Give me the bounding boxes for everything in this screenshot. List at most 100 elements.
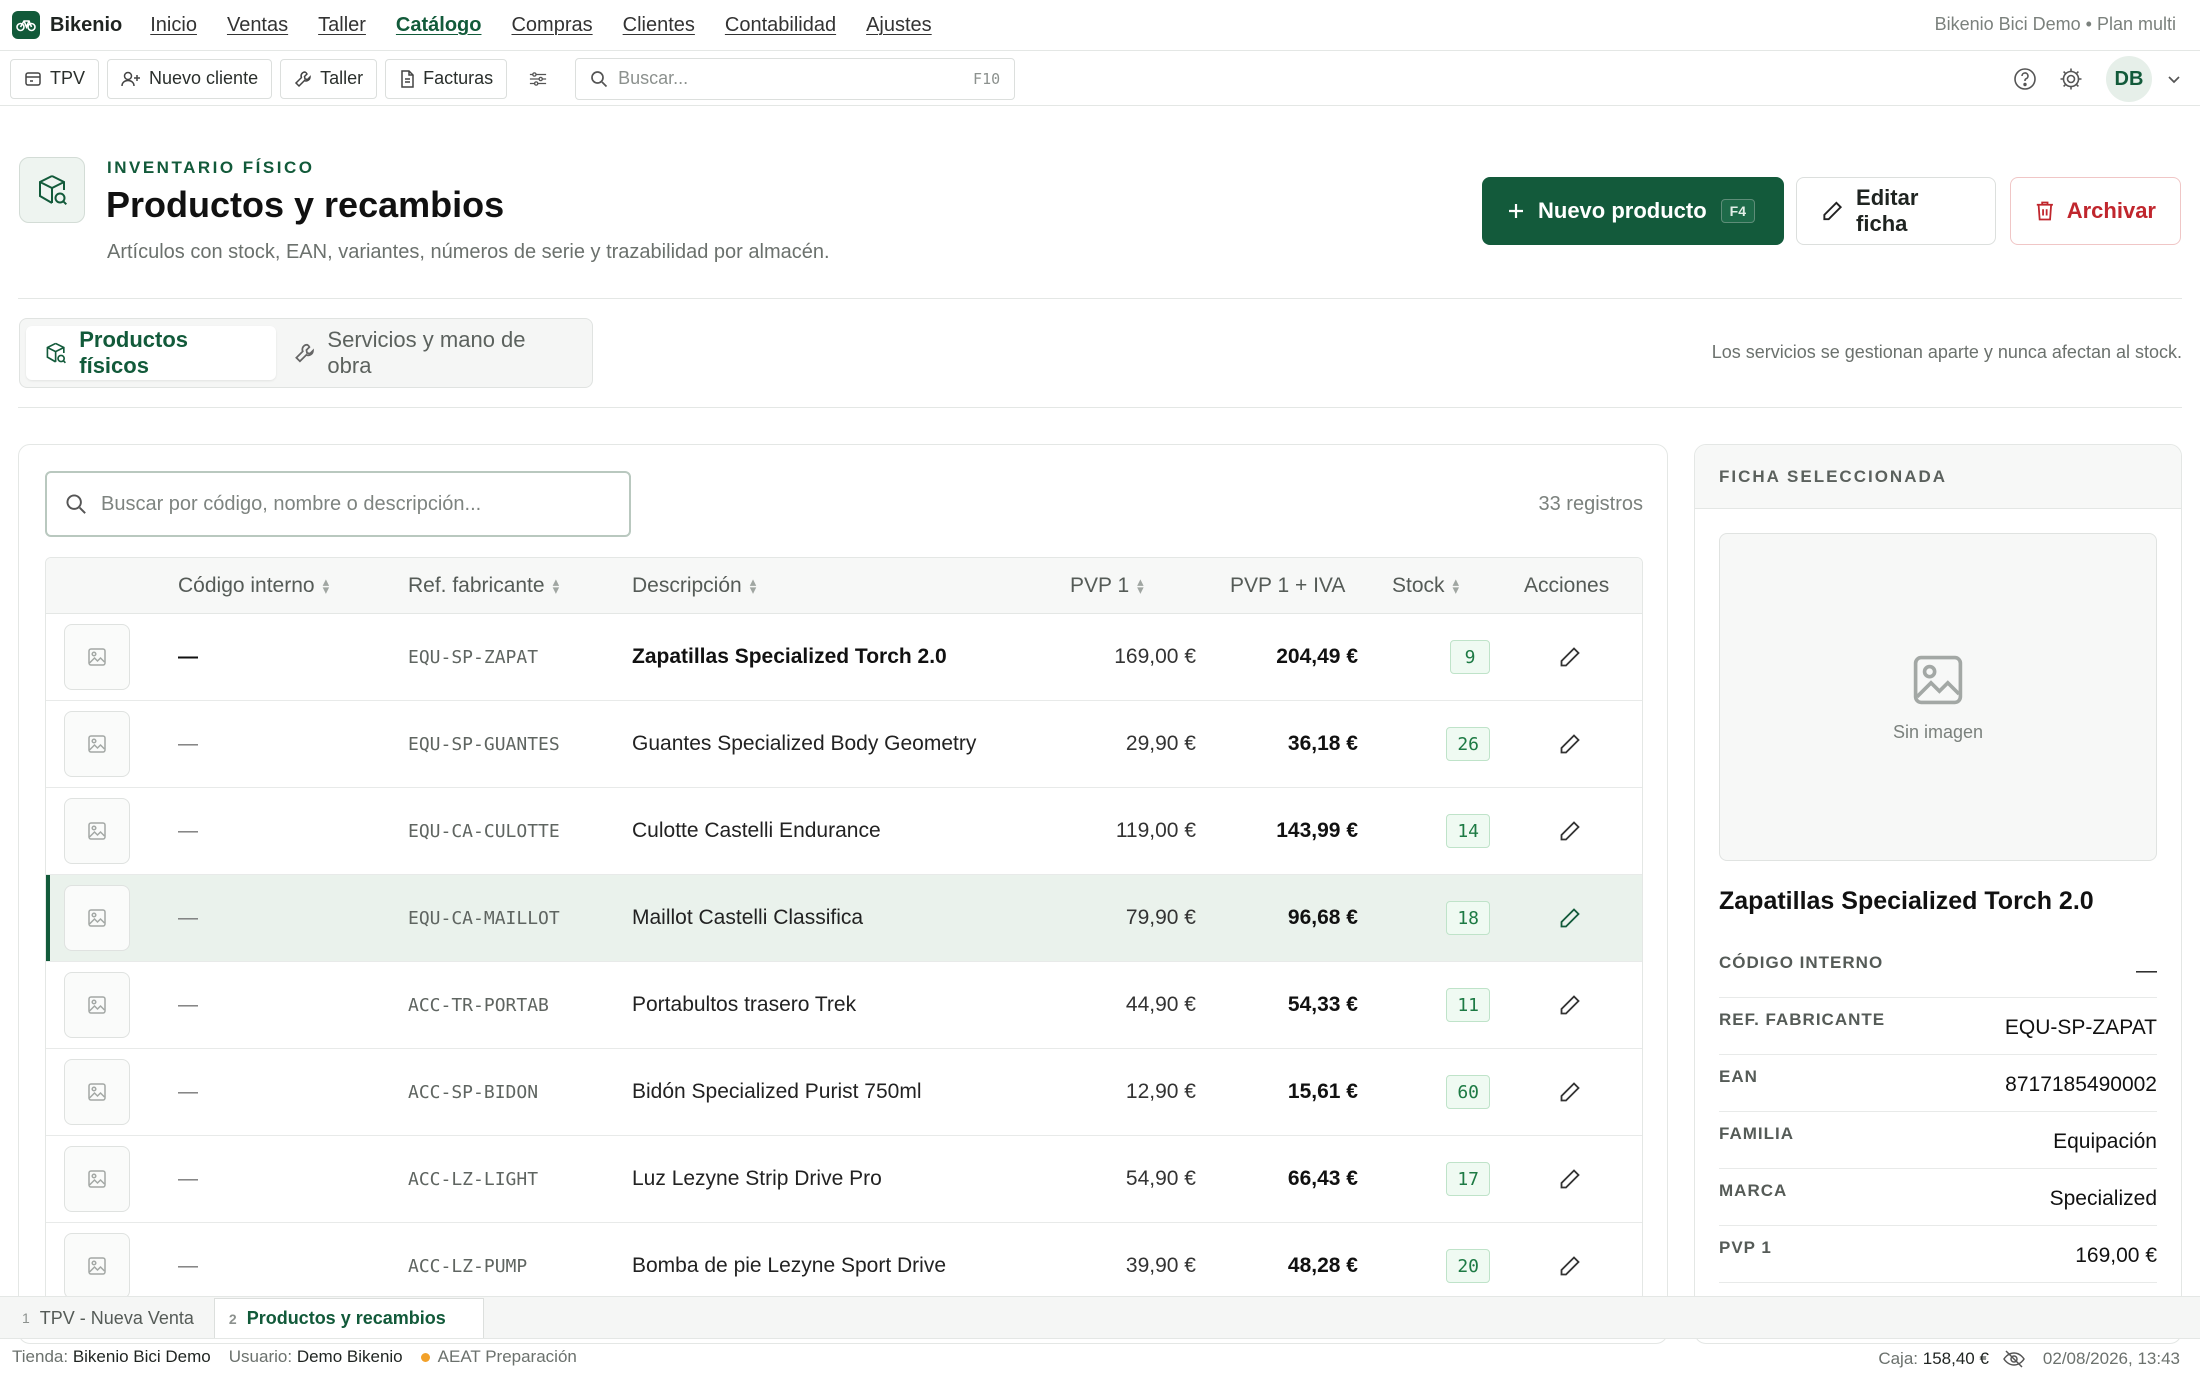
edit-pencil-icon[interactable] bbox=[1558, 645, 1582, 669]
archive-button[interactable]: Archivar bbox=[2010, 177, 2181, 245]
cell-ref: EQU-SP-GUANTES bbox=[408, 733, 560, 755]
edit-pencil-icon[interactable] bbox=[1558, 1167, 1582, 1191]
edit-pencil-icon[interactable] bbox=[1558, 1254, 1582, 1278]
col-stock-label: Stock bbox=[1392, 573, 1445, 597]
image-placeholder-icon bbox=[64, 711, 130, 777]
user-label: Usuario: bbox=[228, 1347, 293, 1366]
menu-inicio[interactable]: Inicio bbox=[150, 14, 197, 37]
stock-badge: 17 bbox=[1446, 1162, 1490, 1196]
cell-desc: Luz Lezyne Strip Drive Pro bbox=[632, 1167, 882, 1190]
window-tab-products[interactable]: 2 Productos y recambios bbox=[213, 1298, 484, 1338]
document-icon bbox=[401, 69, 414, 88]
window-tab-tpv[interactable]: 1 TPV - Nueva Venta bbox=[8, 1298, 208, 1338]
field-label: FAMILIA bbox=[1719, 1124, 1794, 1143]
product-search-input[interactable]: Buscar por código, nombre o descripción.… bbox=[45, 471, 631, 537]
table-header: Código interno ▴ ▾ Ref. fabricante ▴ ▾ Descr… bbox=[46, 558, 1642, 614]
cell-ref: ACC-TR-PORTAB bbox=[408, 994, 549, 1016]
edit-pencil-icon[interactable] bbox=[1558, 819, 1582, 843]
menu-taller[interactable]: Taller bbox=[318, 14, 366, 37]
cell-code: — bbox=[178, 906, 198, 929]
wrench-icon bbox=[295, 70, 311, 87]
sort-icon: ▴ ▾ bbox=[1452, 573, 1460, 597]
cell-pvp-iva: 36,18 € bbox=[1287, 732, 1358, 755]
new-client-button[interactable]: Nuevo cliente bbox=[107, 58, 273, 99]
table-row[interactable]: — ACC-TR-PORTAB Portabultos trasero Trek… bbox=[46, 962, 1642, 1049]
table-row[interactable]: — ACC-SP-BIDON Bidón Specialized Purist … bbox=[46, 1049, 1642, 1136]
tab-physical-products[interactable]: Productos físicos bbox=[26, 326, 277, 380]
col-desc-header[interactable]: Descripción ▴ ▾ bbox=[632, 574, 756, 598]
col-pvp-label: PVP 1 bbox=[1070, 573, 1130, 597]
cell-code: — bbox=[178, 1080, 198, 1103]
page-eyebrow: INVENTARIO FÍSICO bbox=[107, 158, 315, 177]
cell-ref: ACC-SP-BIDON bbox=[408, 1081, 539, 1103]
cell-pvp-iva: 96,68 € bbox=[1287, 906, 1358, 929]
col-ref-header[interactable]: Ref. fabricante ▴ ▾ bbox=[408, 574, 559, 598]
edit-pencil-icon[interactable] bbox=[1558, 732, 1582, 756]
edit-pencil-icon[interactable] bbox=[1558, 1080, 1582, 1104]
menu-ventas[interactable]: Ventas bbox=[227, 14, 288, 37]
product-search-placeholder: Buscar por código, nombre o descripción.… bbox=[101, 492, 482, 515]
col-code-header[interactable]: Código interno ▴ ▾ bbox=[178, 574, 329, 598]
table-row[interactable]: — EQU-SP-GUANTES Guantes Specialized Bod… bbox=[46, 701, 1642, 788]
tab-services[interactable]: Servicios y mano de obra bbox=[276, 326, 586, 380]
col-pvp-header[interactable]: PVP 1 ▴ ▾ bbox=[1070, 574, 1144, 598]
product-list-panel: Buscar por código, nombre o descripción.… bbox=[18, 444, 1668, 1344]
tpv-button[interactable]: TPV bbox=[10, 58, 100, 99]
stock-badge: 18 bbox=[1446, 901, 1490, 935]
new-product-label: Nuevo producto bbox=[1538, 198, 1707, 223]
col-stock-header[interactable]: Stock ▴ ▾ bbox=[1392, 574, 1459, 598]
field-label: EAN bbox=[1719, 1067, 1758, 1086]
avatar[interactable]: DB bbox=[2106, 56, 2152, 102]
edit-pencil-icon[interactable] bbox=[1558, 993, 1582, 1017]
col-pvp-iva-header: PVP 1 + IVA bbox=[1230, 574, 1345, 598]
global-search-input[interactable]: Buscar... F10 bbox=[575, 57, 1016, 100]
field-label: MARCA bbox=[1719, 1181, 1788, 1200]
chevron-down-icon[interactable] bbox=[2166, 71, 2182, 87]
table-row-selected[interactable]: — EQU-CA-MAILLOT Maillot Castelli Classi… bbox=[46, 875, 1642, 962]
edit-record-button[interactable]: Editar ficha bbox=[1796, 177, 1996, 245]
window-tab-label: Productos y recambios bbox=[246, 1308, 446, 1328]
invoices-button[interactable]: Facturas bbox=[385, 58, 508, 99]
detail-product-name: Zapatillas Specialized Torch 2.0 bbox=[1719, 887, 2094, 915]
menu-clientes[interactable]: Clientes bbox=[623, 14, 695, 37]
stock-badge: 9 bbox=[1450, 640, 1490, 674]
cell-desc: Maillot Castelli Classifica bbox=[632, 906, 864, 929]
filters-button[interactable] bbox=[515, 58, 562, 99]
gear-icon[interactable] bbox=[2058, 66, 2084, 92]
pencil-icon bbox=[1823, 201, 1843, 221]
cell-pvp: 54,90 € bbox=[1125, 1167, 1196, 1190]
menu-catalogo[interactable]: Catálogo bbox=[396, 14, 482, 37]
tpv-label: TPV bbox=[50, 68, 86, 88]
cell-desc: Zapatillas Specialized Torch 2.0 bbox=[632, 645, 947, 668]
workshop-button[interactable]: Taller bbox=[280, 58, 378, 99]
field-value: EQU-SP-ZAPAT bbox=[2004, 1016, 2157, 1039]
table-row[interactable]: — EQU-SP-ZAPAT Zapatillas Specialized To… bbox=[46, 614, 1642, 701]
field-value: 169,00 € bbox=[2075, 1244, 2157, 1267]
divider bbox=[18, 298, 2182, 299]
table-row[interactable]: — ACC-LZ-LIGHT Luz Lezyne Strip Drive Pr… bbox=[46, 1136, 1642, 1223]
new-client-label: Nuevo cliente bbox=[149, 68, 259, 88]
menu-compras[interactable]: Compras bbox=[511, 14, 592, 37]
menu-ajustes[interactable]: Ajustes bbox=[866, 14, 932, 37]
menu-contabilidad[interactable]: Contabilidad bbox=[725, 14, 836, 37]
field-value: Equipación bbox=[2053, 1130, 2157, 1153]
help-icon[interactable] bbox=[2012, 66, 2038, 92]
edit-record-label: Editar ficha bbox=[1856, 185, 1919, 236]
cell-pvp: 29,90 € bbox=[1125, 732, 1196, 755]
table-row[interactable]: — EQU-CA-CULOTTE Culotte Castelli Endura… bbox=[46, 788, 1642, 875]
cell-pvp: 79,90 € bbox=[1125, 906, 1196, 929]
col-pvp-iva-label: PVP 1 + IVA bbox=[1230, 573, 1346, 597]
cell-pvp: 119,00 € bbox=[1115, 819, 1196, 842]
edit-pencil-icon[interactable] bbox=[1558, 906, 1582, 930]
status-datetime: 02/08/2026, 13:43 bbox=[2042, 1349, 2180, 1368]
cell-ref: EQU-SP-ZAPAT bbox=[408, 646, 539, 668]
detail-field: EAN 8717185490002 bbox=[1719, 1055, 2157, 1112]
window-tabs: 1 TPV - Nueva Venta 2 Productos y recamb… bbox=[0, 1296, 2200, 1338]
new-product-button[interactable]: Nuevo producto F4 bbox=[1482, 177, 1784, 245]
eye-off-icon[interactable] bbox=[2003, 1350, 2025, 1368]
new-product-shortcut: F4 bbox=[1720, 199, 1756, 223]
cell-code: — bbox=[178, 1254, 198, 1277]
tab-services-label: Servicios y mano de obra bbox=[327, 327, 526, 378]
quick-toolbar: TPV Nuevo cliente Taller Facturas Buscar… bbox=[0, 52, 2200, 106]
stock-badge: 14 bbox=[1446, 814, 1490, 848]
